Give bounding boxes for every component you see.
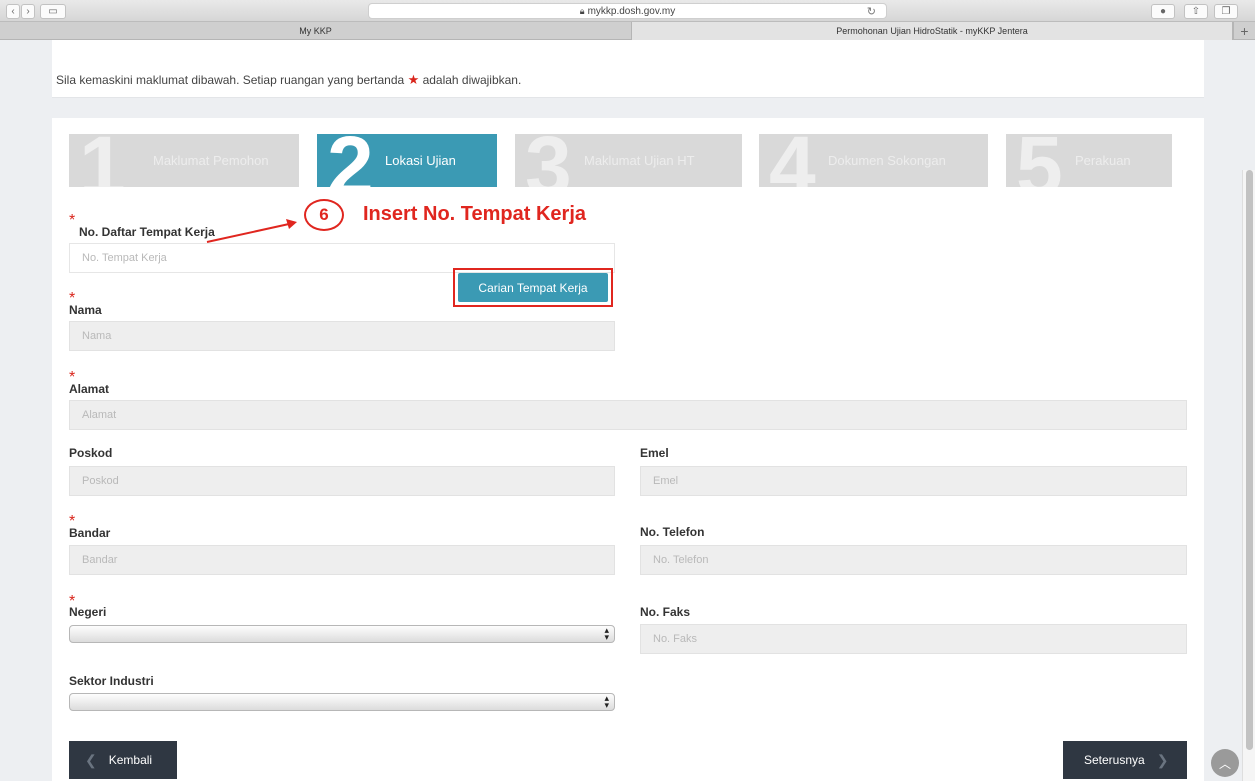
notice-text-start: Sila kemaskini maklumat dibawah. Setiap … [56,73,405,87]
placeholder-text: No. Tempat Kerja [82,252,167,264]
chevron-left-icon: ❮ [85,751,97,768]
step-label: Lokasi Ujian [385,153,456,168]
required-star-icon: ★ [407,72,420,87]
scrollbar[interactable] [1242,170,1255,781]
no-faks-field[interactable]: No. Faks [640,624,1187,654]
label-no-daftar: No. Daftar Tempat Kerja [79,225,215,239]
no-telefon-field[interactable]: No. Telefon [640,545,1187,575]
step-4[interactable]: 4 Dokumen Sokongan [759,134,988,187]
step-3[interactable]: 3 Maklumat Ujian HT [515,134,742,187]
label-sektor-industri: Sektor Industri [69,674,154,688]
notice-box: Sila kemaskini maklumat dibawah. Setiap … [52,40,1204,98]
nama-field[interactable]: Nama [69,321,615,351]
forward-arrow-icon[interactable]: › [21,4,35,19]
step-1[interactable]: 1 Maklumat Pemohon [69,134,299,187]
lock-icon: 🔒︎ [579,5,585,16]
bandar-field[interactable]: Bandar [69,545,615,575]
tab-permohonan[interactable]: Permohonan Ujian HidroStatik - myKKP Jen… [632,22,1233,40]
chevron-up-icon: ︿ [1218,756,1231,771]
select-arrows-icon: ▴ ▾ [604,625,609,642]
step-number: 3 [525,134,572,187]
alamat-field[interactable]: Alamat [69,400,1187,430]
step-number: 4 [769,134,816,187]
annotation-step-circle: 6 [304,199,344,231]
step-number: 2 [327,134,374,187]
url-text: mykkp.dosh.gov.my [587,5,676,17]
step-number: 5 [1016,134,1063,187]
step-number: 1 [79,134,126,187]
placeholder-text: Nama [82,330,112,342]
step-label: Dokumen Sokongan [828,153,946,168]
placeholder-text: No. Telefon [653,554,709,566]
label-emel: Emel [640,446,669,460]
step-5[interactable]: 5 Perakuan [1006,134,1172,187]
scrollbar-thumb[interactable] [1246,170,1253,750]
label-no-faks: No. Faks [640,605,691,619]
label-alamat: Alamat [69,382,110,396]
required-mark: * [69,212,76,229]
tabs-overview-icon[interactable]: ❐ [1214,4,1238,19]
notice-text: Sila kemaskini maklumat dibawah. Setiap … [56,72,521,88]
step-label: Maklumat Ujian HT [584,153,695,168]
label-nama: Nama [69,303,102,317]
label-poskod: Poskod [69,446,113,460]
placeholder-text: Poskod [82,475,119,487]
label-bandar: Bandar [69,526,111,540]
emel-field[interactable]: Emel [640,466,1187,496]
address-bar[interactable]: 🔒︎ mykkp.dosh.gov.my ↻ [368,3,887,19]
new-tab-icon[interactable]: + [1233,22,1255,40]
tab-label: Permohonan Ujian HidroStatik - myKKP Jen… [836,26,1028,36]
seterusnya-button[interactable]: Seterusnya ❯ [1063,741,1187,779]
carian-tempat-kerja-button[interactable]: Carian Tempat Kerja [458,273,608,302]
annotation-text: Insert No. Tempat Kerja [363,203,587,225]
back-arrow-icon[interactable]: ‹ [6,4,20,19]
placeholder-text: Emel [653,475,679,487]
placeholder-text: No. Faks [653,633,698,645]
tab-my-kkp[interactable]: My KKP [0,22,632,40]
share-icon[interactable]: ⇧ [1184,4,1208,19]
select-arrows-icon: ▴ ▾ [604,693,609,710]
download-icon[interactable]: ● [1151,4,1175,19]
step-label: Maklumat Pemohon [153,153,269,168]
browser-toolbar: ‹ › ▭ 🔒︎ mykkp.dosh.gov.my ↻ ● ⇧ ❐ [0,0,1255,22]
sidebar-icon[interactable]: ▭ [40,4,66,19]
kembali-button[interactable]: ❮ Kembali [69,741,177,779]
negeri-select[interactable]: ▴ ▾ [69,625,615,643]
tab-label: My KKP [299,26,332,36]
seterusnya-label: Seterusnya [1084,753,1145,767]
label-negeri: Negeri [69,605,107,619]
scroll-to-top-button[interactable]: ︿ [1211,749,1239,777]
tab-strip: My KKP Permohonan Ujian HidroStatik - my… [0,22,1255,40]
poskod-field[interactable]: Poskod [69,466,615,496]
chevron-right-icon: ❯ [1156,751,1169,768]
label-no-telefon: No. Telefon [640,525,705,539]
kembali-label: Kembali [108,753,153,767]
reload-icon[interactable]: ↻ [867,5,876,18]
placeholder-text: Alamat [82,409,117,421]
placeholder-text: Bandar [82,554,118,566]
step-2[interactable]: 2 Lokasi Ujian [317,134,497,187]
step-label: Perakuan [1075,153,1131,168]
notice-text-end: adalah diwajibkan. [422,73,522,87]
sektor-industri-select[interactable]: ▴ ▾ [69,693,615,711]
annotation-number: 6 [319,205,329,224]
